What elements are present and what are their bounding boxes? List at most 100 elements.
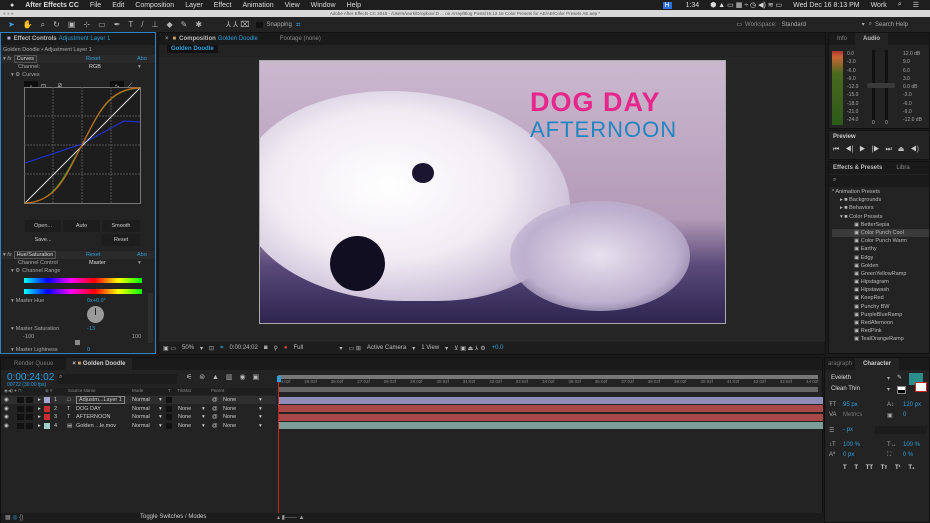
tab-render-queue[interactable]: Render Queue <box>1 361 66 367</box>
tab-effects-presets[interactable]: Effects & Presets <box>833 165 882 171</box>
title-dog-day[interactable]: DOG DAY <box>530 87 661 118</box>
channel-select[interactable]: RGB <box>89 64 144 70</box>
preset-item[interactable]: ▣ Golden <box>832 262 929 270</box>
tab-info[interactable]: Info <box>829 36 855 42</box>
axis-icon[interactable]: ⅄ ⅄ ⌧ <box>226 20 249 29</box>
layer-parent-select[interactable]: None <box>223 397 236 403</box>
window-controls[interactable]: ● ● ● <box>3 10 14 17</box>
workspace-icon[interactable]: ▭ <box>736 21 742 28</box>
show-snapshot-icon[interactable]: ⚲ <box>273 345 277 352</box>
first-frame-icon[interactable]: ⏮ <box>833 146 839 153</box>
layer-mode-select[interactable]: Normal <box>132 414 162 420</box>
chevron-down-icon[interactable]: ▾ <box>862 21 865 28</box>
comp-viewer[interactable]: DOG DAY AFTERNOON <box>159 57 825 341</box>
transparency-grid-icon[interactable]: ⌗ <box>220 345 223 352</box>
time-ruler[interactable]: 24:02f 25:02f 26:02f 27:02f 28:02f 29:02f 30:0… <box>278 379 823 387</box>
chevron-down-icon[interactable]: ▾ <box>138 64 141 70</box>
chevron-down-icon[interactable]: ▾ <box>200 345 203 352</box>
pen-tool-icon[interactable]: ✒ <box>114 20 121 29</box>
tsume-value[interactable]: 0 % <box>903 452 913 458</box>
curves-smooth-button[interactable]: Smooth <box>102 220 140 232</box>
curves-open-button[interactable]: Open... <box>25 220 61 232</box>
exposure-value[interactable]: +0.0 <box>492 345 504 351</box>
superscript-button[interactable]: T¹ <box>895 465 901 471</box>
stroke-width-value[interactable]: - px <box>843 427 853 433</box>
curves-effect-header[interactable]: ▾ fx Curves Reset Abo <box>1 55 155 63</box>
layer-parent-select[interactable]: None <box>223 423 236 429</box>
tab-audio[interactable]: Audio <box>855 33 889 45</box>
menu-window[interactable]: Window <box>311 2 336 9</box>
camera-tool-icon[interactable]: ▣ <box>68 20 76 29</box>
preset-item[interactable]: ▣ PurpleBlueRamp <box>832 311 929 319</box>
menu-animation[interactable]: Animation <box>242 2 273 9</box>
stroke-style-select[interactable] <box>875 426 927 434</box>
layer-mode-select[interactable]: Normal <box>132 406 162 412</box>
footer-icons[interactable]: ▦ ◎ {} <box>5 514 23 521</box>
preset-item[interactable]: ▣ Color Punch Cool <box>832 228 929 238</box>
menu-file[interactable]: File <box>90 2 101 9</box>
effects-search-input[interactable]: ⌕ <box>829 175 929 187</box>
play-icon[interactable]: ▶ <box>859 146 865 153</box>
status-icons[interactable]: ⬢ ▲ ▭ ▦ ÷ ◷ ◀) ≋ ▭ <box>710 1 782 9</box>
pick-whip-icon[interactable]: @ <box>212 423 218 429</box>
layer-duration-bar[interactable] <box>278 422 823 429</box>
hue-sat-about-link[interactable]: Abo <box>137 252 147 258</box>
chevron-down-icon[interactable]: ▾ <box>412 345 415 352</box>
preset-item[interactable]: ▣ Hipstagram <box>832 278 929 286</box>
preset-item[interactable]: ▣ RedAfernoon <box>832 319 929 327</box>
master-saturation-value[interactable]: -13 <box>87 326 95 332</box>
chevron-down-icon[interactable]: ▾ <box>138 260 141 266</box>
prev-frame-icon[interactable]: ◀| <box>845 146 853 153</box>
chevron-down-icon[interactable]: ▾ <box>887 375 890 382</box>
preset-item[interactable]: ▣ BetterSepia <box>832 221 929 229</box>
column-parent[interactable]: Parent <box>211 388 224 393</box>
type-tool-icon[interactable]: T <box>128 20 133 29</box>
preset-item[interactable]: ▣ Earthy <box>832 245 929 253</box>
preset-item[interactable]: ▣ TealOrangeRamp <box>832 335 929 343</box>
layer-row[interactable]: ◉ ▸ 2 T DOG DAY Normal ▾ None ▾ @ None ▾ <box>1 405 276 413</box>
label-color[interactable] <box>44 405 50 412</box>
pan-behind-tool-icon[interactable]: ⊹ <box>83 20 90 29</box>
clone-stamp-tool-icon[interactable]: ⊥ <box>152 20 159 29</box>
all-caps-button[interactable]: TT <box>866 465 873 471</box>
curves-effect-name[interactable]: Curves <box>13 55 37 63</box>
subscript-button[interactable]: T₁ <box>908 465 914 471</box>
eraser-tool-icon[interactable]: ◆ <box>166 20 172 29</box>
toggle-switches-modes-button[interactable]: Toggle Switches / Modes <box>140 514 206 520</box>
next-frame-icon[interactable]: |▶ <box>871 146 879 153</box>
faux-bold-button[interactable]: T <box>843 465 847 471</box>
channel-range-bar-bottom[interactable] <box>24 289 142 294</box>
layer-trkmat-select[interactable]: None <box>178 423 191 429</box>
tree-folder[interactable]: ▸ ■ Backgrounds <box>832 196 929 204</box>
expand-arrow-icon[interactable]: ▸ <box>38 397 41 403</box>
brush-tool-icon[interactable]: / <box>141 20 143 29</box>
resolution-select[interactable]: Full <box>293 345 333 351</box>
saturation-slider-thumb[interactable] <box>75 340 81 345</box>
curves-auto-button[interactable]: Auto <box>63 220 100 232</box>
menu-layer[interactable]: Layer <box>185 2 203 9</box>
eyedropper-icon[interactable]: ✎ <box>897 374 902 381</box>
expand-arrow-icon[interactable]: ▸ <box>38 414 41 420</box>
layer-name[interactable]: AFTERNOON <box>76 414 111 420</box>
tab-paragraph[interactable]: aragraph <box>825 361 855 367</box>
preset-item[interactable]: ▣ KeepRed <box>832 294 929 302</box>
status-badge[interactable]: H <box>662 1 672 9</box>
layer-duration-bar[interactable] <box>278 396 823 404</box>
viewer-tools-icons[interactable]: ⊻ ▣ ⏏ ⅄ ⚙ <box>454 345 485 352</box>
notification-icon[interactable]: ☰ <box>913 1 919 9</box>
font-size-value[interactable]: 95 px <box>843 402 858 408</box>
menu-composition[interactable]: Composition <box>135 2 174 9</box>
comp-frame-image[interactable]: DOG DAY AFTERNOON <box>259 60 726 324</box>
clock[interactable]: Wed Dec 16 8:13 PM <box>793 2 859 9</box>
tab-libraries[interactable]: Libra <box>896 165 909 171</box>
eye-icon[interactable]: ◉ <box>4 423 9 429</box>
faux-italic-button[interactable]: T <box>854 465 858 471</box>
volume-slider-thumb[interactable] <box>867 83 895 88</box>
spotlight-icon[interactable]: ⌕ <box>898 1 902 9</box>
loop-icon[interactable]: ⏏ <box>898 146 905 153</box>
layer-trkmat-select[interactable]: None <box>178 414 191 420</box>
layer-duration-bar[interactable] <box>278 405 823 412</box>
curves-reset-button[interactable]: Reset <box>102 234 140 246</box>
layer-name[interactable]: Adjustm...Layer 1 <box>76 396 125 404</box>
hand-tool-icon[interactable]: ✋ <box>23 20 33 29</box>
